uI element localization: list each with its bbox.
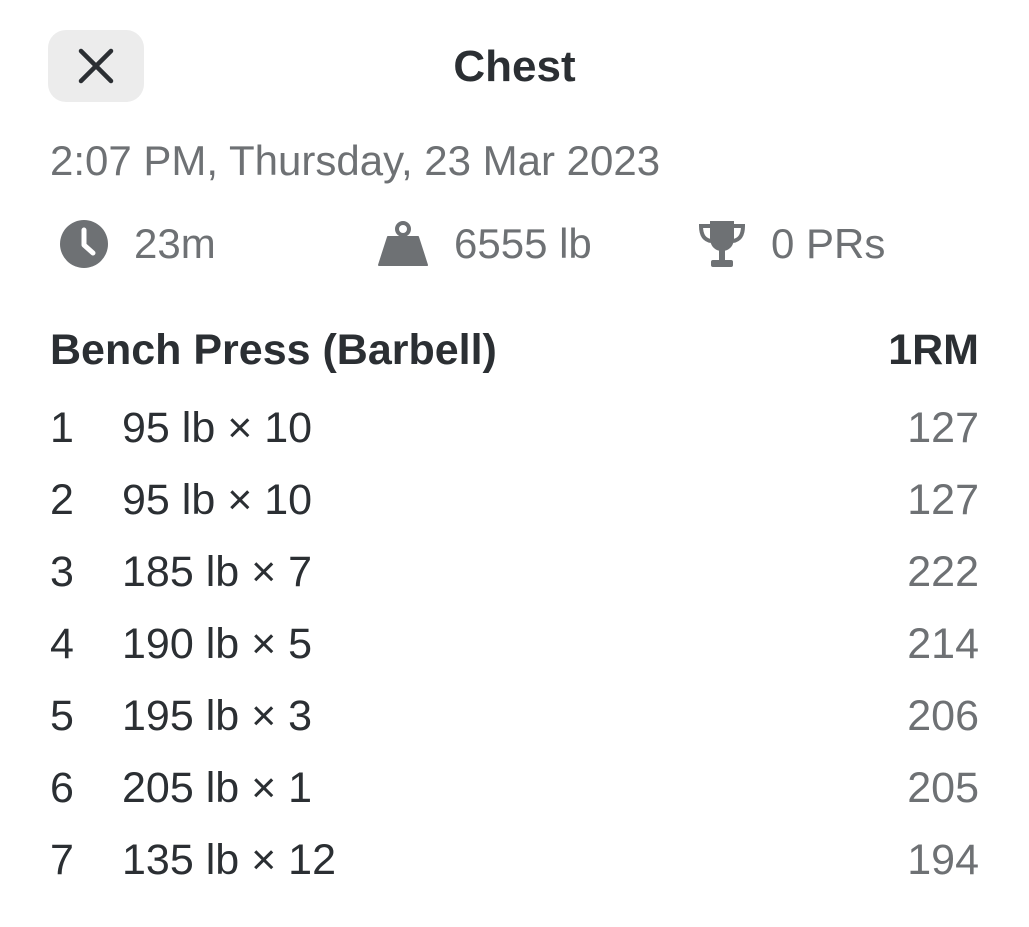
set-number: 4 — [50, 619, 74, 668]
set-row: 4 190 lb × 5 214 — [50, 608, 979, 680]
exercise-name: Bench Press (Barbell) — [50, 325, 497, 374]
set-number: 7 — [50, 835, 74, 884]
set-row: 6 205 lb × 1 205 — [50, 752, 979, 824]
weight-icon — [378, 221, 428, 267]
set-weight-reps: 205 lb × 1 — [122, 763, 313, 812]
set-weight-reps: 95 lb × 10 — [122, 475, 313, 524]
set-one-rm: 127 — [907, 403, 979, 452]
exercise-header: Bench Press (Barbell) 1RM — [50, 322, 979, 378]
set-weight-reps: 135 lb × 12 — [122, 835, 336, 884]
set-one-rm: 214 — [907, 619, 979, 668]
set-one-rm: 222 — [907, 547, 979, 596]
set-weight-reps: 185 lb × 7 — [122, 547, 313, 596]
set-number: 6 — [50, 763, 74, 812]
workout-stats: 23m 6555 lb 0 PRs — [0, 216, 1029, 272]
set-weight-reps: 190 lb × 5 — [122, 619, 313, 668]
set-weight-reps: 95 lb × 10 — [122, 403, 313, 452]
duration-value: 23m — [134, 220, 216, 267]
set-list: 1 95 lb × 10 127 2 95 lb × 10 127 3 185 … — [50, 392, 979, 896]
set-row: 2 95 lb × 10 127 — [50, 464, 979, 536]
trophy-icon — [697, 218, 747, 270]
prs-stat: 0 PRs — [697, 216, 885, 272]
set-one-rm: 194 — [907, 835, 979, 884]
workout-date: 2:07 PM, Thursday, 23 Mar 2023 — [50, 137, 661, 184]
set-row: 3 185 lb × 7 222 — [50, 536, 979, 608]
prs-value: 0 PRs — [771, 220, 886, 267]
set-one-rm: 206 — [907, 691, 979, 740]
volume-value: 6555 lb — [454, 220, 592, 267]
page-title: Chest — [453, 42, 576, 91]
set-row: 7 135 lb × 12 194 — [50, 824, 979, 896]
set-weight-reps: 195 lb × 3 — [122, 691, 313, 740]
workout-detail-sheet: Chest 2:07 PM, Thursday, 23 Mar 2023 23m… — [0, 0, 1029, 927]
set-one-rm: 205 — [907, 763, 979, 812]
one-rm-column-header: 1RM — [888, 325, 979, 374]
set-row: 5 195 lb × 3 206 — [50, 680, 979, 752]
set-number: 1 — [50, 403, 74, 452]
volume-stat: 6555 lb — [378, 216, 592, 272]
set-number: 5 — [50, 691, 74, 740]
set-number: 3 — [50, 547, 74, 596]
set-one-rm: 127 — [907, 475, 979, 524]
set-number: 2 — [50, 475, 74, 524]
set-row: 1 95 lb × 10 127 — [50, 392, 979, 464]
duration-stat: 23m — [58, 216, 216, 272]
clock-icon — [58, 218, 110, 270]
